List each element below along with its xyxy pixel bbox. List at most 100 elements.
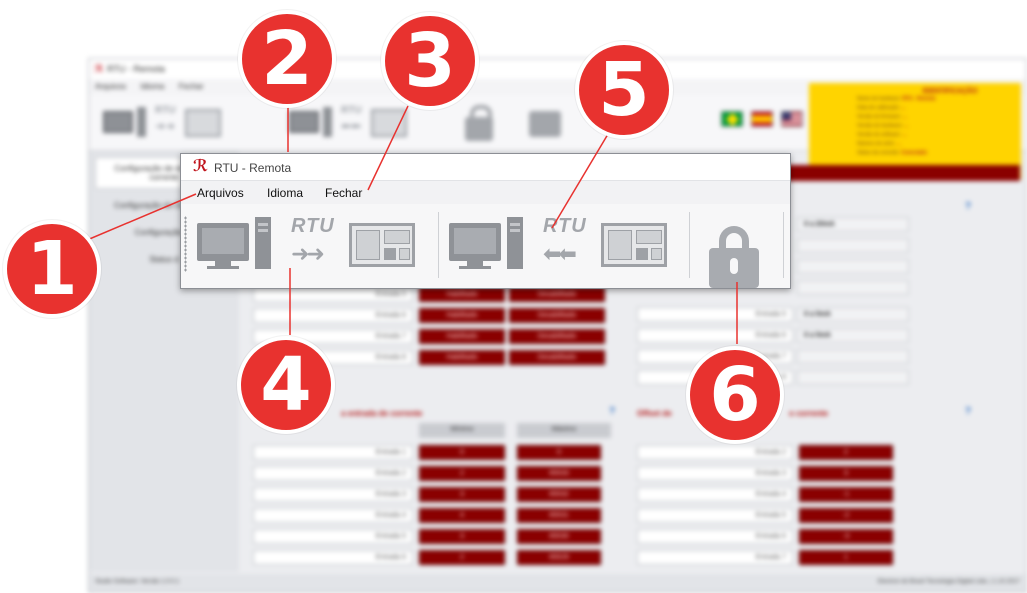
min-input[interactable]: 0 bbox=[419, 445, 505, 460]
bg-menu-arquivos[interactable]: Arquivos bbox=[95, 82, 126, 91]
bg-arrow-left-icon: ⬅⬅ bbox=[341, 119, 362, 133]
spain-flag-icon[interactable] bbox=[751, 111, 773, 127]
disable-radio[interactable]: Desabilitado bbox=[509, 350, 605, 365]
rtu-panel-icon bbox=[601, 223, 667, 267]
offset-section-title: Offset de bbox=[637, 409, 672, 418]
menu-arquivos[interactable]: Arquivos bbox=[197, 186, 244, 200]
usa-flag-icon[interactable] bbox=[781, 111, 803, 127]
arrow-right-icon: ➜➜ bbox=[291, 241, 325, 266]
window-title: RTU - Remota bbox=[214, 161, 292, 175]
callout-5: 5 bbox=[575, 41, 673, 139]
ident-row: Nome do hardware: RTU - Remota bbox=[857, 96, 936, 102]
right-input-label: Entrada 5 bbox=[637, 307, 793, 322]
bg-rtu-label-2: RTU bbox=[341, 105, 362, 116]
bg-app-logo-icon: ℛ bbox=[94, 64, 104, 75]
computer-tower-icon bbox=[507, 217, 523, 269]
max-input[interactable]: 65532 bbox=[517, 487, 601, 502]
bg-lock-button[interactable] bbox=[461, 103, 501, 141]
zoomed-app-window: ℛ RTU - Remota Arquivos Idioma Fechar RT… bbox=[180, 153, 791, 289]
callout-1: 1 bbox=[3, 220, 101, 318]
offset-section-title-end: o corrente bbox=[789, 409, 829, 418]
menu-fechar[interactable]: Fechar bbox=[325, 186, 362, 200]
right-input-label: Entrada 6 bbox=[637, 328, 793, 343]
disable-radio[interactable]: Desabilitado bbox=[509, 287, 605, 302]
range-select[interactable]: 0 a 20mA bbox=[797, 217, 909, 232]
max-input[interactable]: 65533 bbox=[517, 466, 601, 481]
toolbar-separator bbox=[689, 212, 690, 278]
menubar: Arquivos Idioma Fechar bbox=[181, 180, 790, 204]
max-input[interactable]: 65530 bbox=[517, 529, 601, 544]
ident-row: Versão do hardware: ... bbox=[857, 123, 909, 129]
background-app-window: ℛ RTU - Remota Arquivos Idioma Fechar RT… bbox=[88, 58, 1027, 593]
window-titlebar: ℛ RTU - Remota bbox=[181, 154, 790, 180]
disable-radio[interactable]: Desabilitado bbox=[509, 329, 605, 344]
status-left: Studio Software: Versão 1.0.0.1 bbox=[95, 579, 180, 585]
computer-monitor-icon bbox=[449, 223, 501, 261]
enable-radio[interactable]: Habilitado bbox=[419, 308, 505, 323]
read-from-rtu-button[interactable]: RTU ⬅⬅ bbox=[449, 209, 693, 281]
ident-row: Data de calibração: ... bbox=[857, 105, 906, 111]
computer-tower-icon bbox=[255, 217, 271, 269]
min-input[interactable]: 2 bbox=[419, 550, 505, 565]
send-to-rtu-button[interactable]: RTU ➜➜ bbox=[197, 209, 441, 281]
callout-2: 2 bbox=[238, 10, 336, 108]
help-icon[interactable]: ? bbox=[965, 201, 971, 212]
offset-input[interactable]: -2 bbox=[799, 508, 893, 523]
bg-menu-fechar[interactable]: Fechar bbox=[179, 82, 204, 91]
disable-radio[interactable]: Desabilitado bbox=[509, 308, 605, 323]
rtu-label: RTU bbox=[543, 215, 587, 237]
bg-send-to-rtu-button[interactable]: RTU ➜➜ bbox=[103, 103, 243, 141]
range-select[interactable] bbox=[797, 259, 909, 274]
bg-arrow-right-icon: ➜➜ bbox=[155, 119, 176, 133]
enable-radio[interactable]: Habilitado bbox=[419, 329, 505, 344]
help-icon[interactable]: ? bbox=[965, 406, 971, 417]
enable-radio[interactable]: Habilitado bbox=[419, 287, 505, 302]
offset-input[interactable]: -3 bbox=[799, 529, 893, 544]
enable-radio[interactable]: Habilitado bbox=[419, 350, 505, 365]
offset-input[interactable]: 1 bbox=[799, 550, 893, 565]
screenshot-stage: ℛ RTU - Remota Arquivos Idioma Fechar RT… bbox=[0, 0, 1027, 593]
app-logo-icon: ℛ bbox=[193, 158, 209, 175]
brazil-flag-icon[interactable] bbox=[721, 111, 743, 127]
range-select[interactable]: 0 a 5mA bbox=[797, 328, 909, 343]
bg-rtu-label: RTU bbox=[155, 105, 176, 116]
min-input[interactable]: 3 bbox=[419, 487, 505, 502]
ident-row: Status da conexão: Conectado bbox=[857, 150, 928, 156]
min-input[interactable]: 3 bbox=[419, 529, 505, 544]
ident-row: Versão do firmware: ... bbox=[857, 114, 908, 120]
bg-titlebar: ℛ RTU - Remota bbox=[89, 59, 1026, 79]
status-right: Electron do Brasil Tecnologia Digital Lt… bbox=[877, 579, 1020, 585]
ident-row: Versão do software: ... bbox=[857, 132, 907, 138]
range-select[interactable] bbox=[797, 280, 909, 295]
range-select[interactable] bbox=[797, 349, 909, 364]
bg-read-from-rtu-button[interactable]: RTU ⬅⬅ bbox=[289, 103, 429, 141]
toolbar-grip[interactable] bbox=[184, 216, 187, 272]
toolbar-separator bbox=[783, 212, 784, 278]
range-select[interactable] bbox=[797, 238, 909, 253]
offset-input[interactable]: -1 bbox=[799, 487, 893, 502]
bg-settings-button[interactable] bbox=[529, 103, 569, 141]
rtu-label: RTU bbox=[291, 215, 335, 237]
max-input[interactable]: 65529 bbox=[517, 550, 601, 565]
bg-statusbar: Studio Software: Versão 1.0.0.1 Electron… bbox=[89, 574, 1026, 592]
offset-input[interactable]: 3 bbox=[799, 466, 893, 481]
identification-title: IDENTIFICAÇÃO bbox=[922, 88, 978, 95]
range-select[interactable]: 0 a 5mA bbox=[797, 307, 909, 322]
max-input[interactable]: 65531 bbox=[517, 508, 601, 523]
ident-row: Número de série: ... bbox=[857, 141, 901, 147]
max-input[interactable]: 0 bbox=[517, 445, 601, 460]
bg-menu-idioma[interactable]: Idioma bbox=[140, 82, 164, 91]
range-select[interactable] bbox=[797, 370, 909, 385]
min-input[interactable]: 2 bbox=[419, 466, 505, 481]
callout-6: 6 bbox=[686, 346, 784, 444]
callout-4: 4 bbox=[237, 336, 335, 434]
menu-idioma[interactable]: Idioma bbox=[267, 186, 303, 200]
help-icon[interactable]: ? bbox=[609, 406, 615, 417]
current-section-title: a entrada de corrente bbox=[341, 409, 423, 418]
min-input[interactable]: 4 bbox=[419, 508, 505, 523]
toolbar-separator bbox=[438, 212, 439, 278]
arrow-left-icon: ⬅⬅ bbox=[543, 241, 577, 266]
col-min-header: Mínimo bbox=[419, 423, 505, 438]
offset-input[interactable]: 2 bbox=[799, 445, 893, 460]
computer-monitor-icon bbox=[197, 223, 249, 261]
